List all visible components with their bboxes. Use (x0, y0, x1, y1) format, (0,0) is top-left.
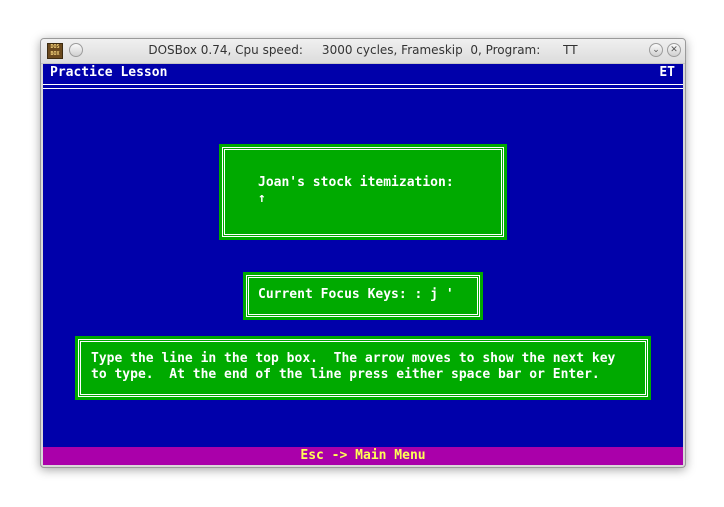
arrow-indicator: ↑ (258, 191, 266, 206)
dosbox-window: DOS BOX DOSBox 0.74, Cpu speed: 3000 cycl… (40, 38, 686, 468)
lesson-text: Joan's stock itemization: (258, 175, 454, 190)
page-title: Practice Lesson (50, 65, 168, 80)
instructions-line-2: to type. At the end of the line press ei… (91, 367, 600, 382)
chevron-down-icon[interactable]: ⌄ (649, 43, 663, 57)
window-title: DOSBox 0.74, Cpu speed: 3000 cycles, Fra… (148, 43, 578, 57)
focus-keys-text: Current Focus Keys: : j ' (258, 287, 454, 302)
status-bar: Esc -> Main Menu (43, 447, 683, 465)
instructions-line-1: Type the line in the top box. The arrow … (91, 351, 616, 366)
header-right-label: ET (659, 65, 675, 80)
close-icon[interactable]: ✕ (667, 43, 681, 57)
dos-screen: Practice Lesson ET Joan's stock itemizat… (43, 64, 683, 465)
focus-keys-box: Current Focus Keys: : j ' (243, 272, 483, 320)
main-menu-hint[interactable]: Esc -> Main Menu (300, 448, 425, 463)
instructions-box: Type the line in the top box. The arrow … (75, 336, 651, 400)
header-divider (43, 84, 683, 89)
lesson-box: Joan's stock itemization: ↑ (219, 144, 507, 240)
title-bar[interactable]: DOS BOX DOSBox 0.74, Cpu speed: 3000 cycl… (41, 39, 685, 64)
